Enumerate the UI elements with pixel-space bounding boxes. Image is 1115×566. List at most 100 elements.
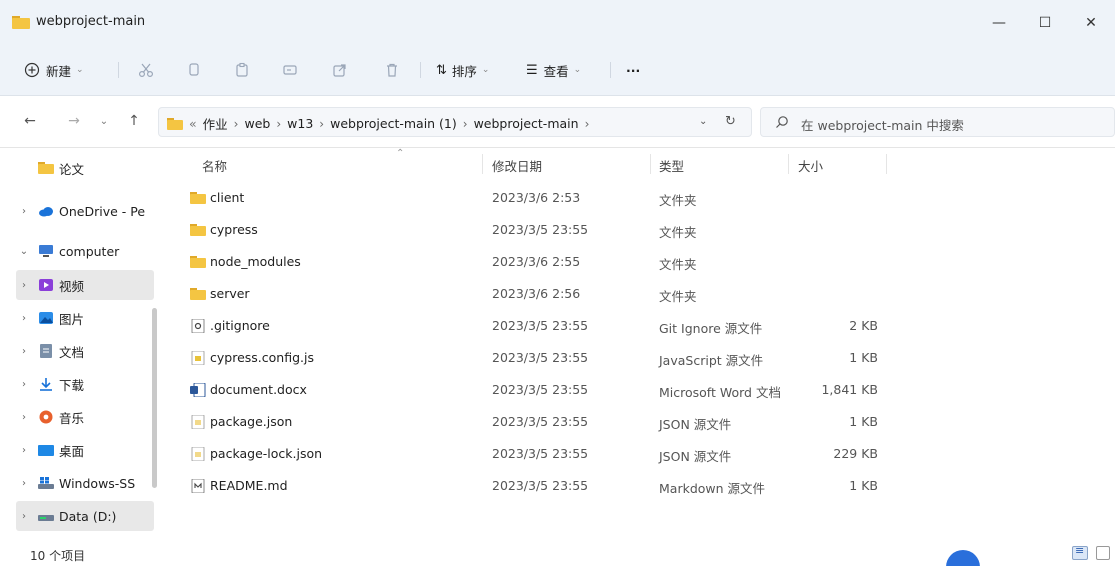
chevron-right-icon[interactable]: › (16, 445, 32, 456)
gitignore-file-icon (191, 319, 205, 333)
breadcrumb-overflow[interactable]: « (189, 116, 197, 131)
sort-button[interactable]: ⇅ 排序 ⌄ (436, 58, 489, 82)
column-header-name[interactable]: 名称 (202, 156, 227, 175)
sort-icon: ⇅ (436, 62, 447, 78)
table-row[interactable]: cypress.config.js 2023/3/5 23:55 JavaScr… (180, 342, 880, 374)
rename-icon[interactable] (280, 60, 300, 80)
folder-icon (190, 224, 206, 236)
column-header-size[interactable]: 大小 (798, 156, 823, 175)
file-size: 1 KB (849, 350, 878, 365)
table-row[interactable]: client 2023/3/6 2:53 文件夹 (180, 182, 880, 214)
sidebar-item-data-drive[interactable]: › Data (D:) (16, 501, 154, 531)
address-history-chevron-icon[interactable]: ⌄ (699, 116, 707, 127)
sidebar-item-pictures[interactable]: › 图片 (16, 303, 154, 333)
floating-assistant-icon[interactable] (946, 550, 980, 566)
maximize-button[interactable]: ☐ (1022, 11, 1068, 35)
breadcrumb-separator-icon: › (276, 116, 282, 131)
more-button[interactable]: ··· (626, 58, 640, 82)
new-button[interactable]: 新建 ⌄ (24, 58, 84, 82)
chevron-right-icon[interactable]: › (16, 511, 32, 522)
table-row[interactable]: package.json 2023/3/5 23:55 JSON 源文件 1 K… (180, 406, 880, 438)
table-row[interactable]: README.md 2023/3/5 23:55 Markdown 源文件 1 … (180, 470, 880, 502)
chevron-right-icon[interactable]: › (16, 313, 32, 324)
tiles-view-button[interactable] (1096, 546, 1110, 560)
item-count: 10 个项目 (30, 549, 86, 563)
sidebar-item-label: Data (D:) (59, 508, 117, 524)
cut-icon[interactable] (136, 60, 156, 80)
file-date: 2023/3/5 23:55 (492, 350, 589, 365)
table-row[interactable]: server 2023/3/6 2:56 文件夹 (180, 278, 880, 310)
chevron-right-icon[interactable]: › (16, 346, 32, 357)
table-row[interactable]: document.docx 2023/3/5 23:55 Microsoft W… (180, 374, 880, 406)
forward-button[interactable]: → (64, 111, 84, 131)
copy-icon[interactable] (184, 60, 204, 80)
sidebar-item-onedrive[interactable]: › OneDrive - Pe (16, 196, 154, 226)
minimize-button[interactable]: — (976, 11, 1022, 35)
share-icon[interactable] (330, 60, 350, 80)
breadcrumb-item[interactable]: webproject-main (474, 116, 579, 131)
sidebar-item-windows-drive[interactable]: › Windows-SS (16, 468, 154, 498)
close-button[interactable]: ✕ (1068, 11, 1114, 35)
table-row[interactable]: .gitignore 2023/3/5 23:55 Git Ignore 源文件… (180, 310, 880, 342)
recent-locations-button[interactable]: ⌄ (94, 111, 114, 131)
file-name: cypress (210, 222, 258, 237)
close-icon: ✕ (1085, 15, 1097, 31)
column-header-type[interactable]: 类型 (659, 156, 684, 175)
sidebar-item-videos[interactable]: › 视频 (16, 270, 154, 300)
sidebar-item-label: 文档 (59, 344, 85, 360)
js-file-icon (191, 351, 205, 365)
file-name: cypress.config.js (210, 350, 314, 365)
chevron-right-icon[interactable]: › (16, 412, 32, 423)
column-divider[interactable] (482, 154, 483, 174)
folder-icon (190, 288, 206, 300)
sidebar-item-computer[interactable]: ⌄ computer (16, 236, 154, 266)
folder-icon (190, 256, 206, 268)
view-button[interactable]: ☰ 查看 ⌄ (526, 58, 581, 82)
table-row[interactable]: cypress 2023/3/5 23:55 文件夹 (180, 214, 880, 246)
file-size: 2 KB (849, 318, 878, 333)
file-date: 2023/3/5 23:55 (492, 446, 589, 461)
column-header-modified[interactable]: 修改日期 (492, 156, 542, 175)
refresh-icon[interactable]: ↻ (725, 114, 736, 129)
sidebar-item-label: 论文 (59, 161, 85, 177)
up-button[interactable]: ↑ (124, 111, 144, 131)
desktop-icon (38, 445, 54, 456)
details-view-button[interactable]: ≡ (1072, 544, 1088, 560)
folder-icon (190, 192, 206, 204)
file-date: 2023/3/6 2:55 (492, 254, 581, 269)
table-row[interactable]: node_modules 2023/3/6 2:55 文件夹 (180, 246, 880, 278)
minimize-icon: — (992, 15, 1006, 31)
column-divider[interactable] (650, 154, 651, 174)
sidebar-item-downloads[interactable]: › 下载 (16, 369, 154, 399)
maximize-icon: ☐ (1038, 15, 1052, 31)
view-label: 查看 (543, 63, 569, 79)
breadcrumb-item[interactable]: 作业 (203, 114, 228, 133)
file-name: .gitignore (210, 318, 270, 333)
chevron-right-icon[interactable]: › (16, 280, 32, 291)
paste-icon[interactable] (232, 60, 252, 80)
sidebar-item-music[interactable]: › 音乐 (16, 402, 154, 432)
chevron-right-icon[interactable]: › (16, 379, 32, 390)
address-bar[interactable]: « 作业 › web › w13 › webproject-main (1) ›… (158, 107, 752, 137)
table-row[interactable]: package-lock.json 2023/3/5 23:55 JSON 源文… (180, 438, 880, 470)
back-button[interactable]: ← (20, 111, 40, 131)
sidebar-item-documents[interactable]: › 文档 (16, 336, 154, 366)
file-size: 1,841 KB (821, 382, 878, 397)
column-divider[interactable] (886, 154, 887, 174)
sidebar-item-desktop[interactable]: › 桌面 (16, 435, 154, 465)
chevron-down-icon[interactable]: ⌄ (16, 246, 32, 257)
chevron-right-icon[interactable]: › (16, 206, 32, 217)
delete-icon[interactable] (382, 60, 402, 80)
column-divider[interactable] (788, 154, 789, 174)
file-date: 2023/3/5 23:55 (492, 318, 589, 333)
search-input[interactable]: 在 webproject-main 中搜索 (801, 115, 964, 134)
file-date: 2023/3/6 2:53 (492, 190, 581, 205)
breadcrumb-item[interactable]: webproject-main (1) (330, 116, 457, 131)
chevron-right-icon[interactable]: › (16, 478, 32, 489)
breadcrumb-item[interactable]: web (244, 116, 270, 131)
sidebar-item-thesis[interactable]: 论文 (16, 153, 154, 183)
breadcrumb-item[interactable]: w13 (287, 116, 313, 131)
sidebar-scrollbar[interactable] (152, 308, 157, 488)
search-box[interactable]: 在 webproject-main 中搜索 (760, 107, 1115, 137)
command-bar: 新建 ⌄ ⇅ 排序 ⌄ ☰ 查看 ⌄ ··· (0, 44, 1115, 96)
